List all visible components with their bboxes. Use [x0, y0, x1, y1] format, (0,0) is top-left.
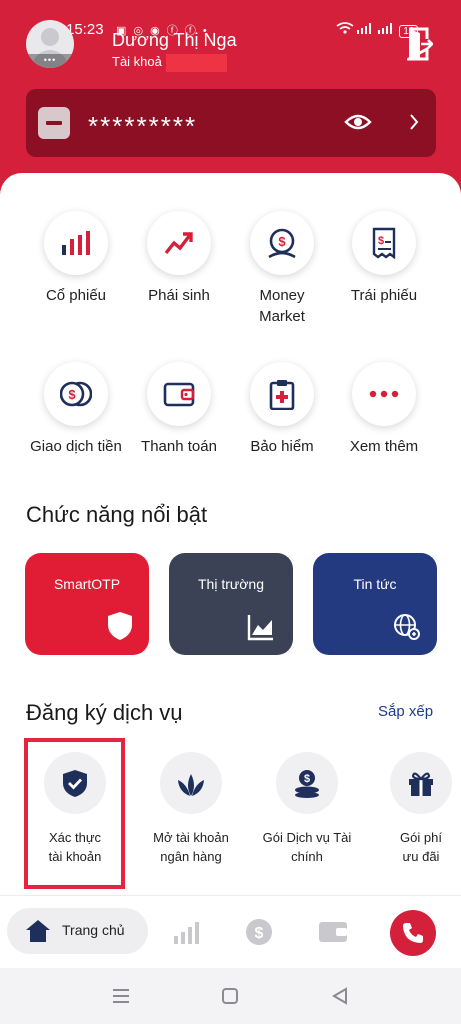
- quick-action-thanh-toan[interactable]: Thanh toán: [129, 362, 229, 457]
- quick-action-trai-phieu[interactable]: $ Trái phiếu: [334, 211, 434, 306]
- home-icon: [26, 920, 50, 942]
- sort-link[interactable]: Sắp xếp: [378, 703, 433, 720]
- quick-action-giao-dich-tien[interactable]: $ Giao dịch tiền: [26, 362, 126, 457]
- nav-home[interactable]: Trang chủ: [7, 908, 148, 954]
- svg-text:$: $: [378, 235, 384, 247]
- service-mo-tai-khoan-ngan-hang[interactable]: Mở tài khoản ngân hàng: [136, 752, 246, 866]
- featured-card-label: Thị trường: [197, 576, 264, 592]
- bar-chart-icon: [62, 231, 90, 255]
- signal-icon-2: [378, 23, 393, 34]
- svg-text:$: $: [68, 387, 76, 402]
- quick-action-co-phieu[interactable]: Cổ phiếu: [26, 211, 126, 306]
- globe-news-icon: [394, 614, 420, 640]
- nav-wallet-icon[interactable]: [318, 920, 348, 944]
- quick-action-label: Cổ phiếu: [45, 287, 107, 304]
- call-button[interactable]: [390, 910, 436, 956]
- featured-card-tin-tuc[interactable]: Tin tức: [313, 553, 437, 655]
- system-status-icons: 10: [336, 22, 419, 38]
- recent-apps-icon[interactable]: [112, 988, 130, 1004]
- shield-icon: [108, 612, 132, 640]
- more-dots-icon: [369, 390, 399, 398]
- back-icon[interactable]: [332, 987, 348, 1005]
- logout-icon[interactable]: [407, 27, 433, 61]
- system-nav-bar: [0, 968, 461, 1024]
- chevron-right-icon[interactable]: [408, 111, 420, 133]
- service-icon-wrap: $: [276, 752, 338, 814]
- quick-action-icon-wrap: [44, 211, 108, 275]
- quick-action-bao-hiem[interactable]: Bảo hiểm: [232, 362, 332, 457]
- featured-card-label: Tin tức: [353, 576, 397, 592]
- svg-text:$: $: [255, 925, 264, 942]
- quick-action-label: Thanh toán: [141, 438, 217, 455]
- quick-action-label: Trái phiếu: [350, 287, 418, 304]
- home-button-icon[interactable]: [221, 987, 239, 1005]
- quick-action-label: Giao dịch tiền: [30, 438, 122, 455]
- quick-action-icon-wrap: $: [352, 211, 416, 275]
- quick-action-phai-sinh[interactable]: Phái sinh: [129, 211, 229, 306]
- user-name: Dương Thị Nga: [112, 30, 237, 50]
- insurance-clipboard-icon: [269, 380, 295, 410]
- service-label: Mở tài khoản ngân hàng: [153, 830, 229, 864]
- featured-section-title: Chức năng nổi bật: [26, 502, 208, 527]
- service-goi-dich-vu-tai-chinh[interactable]: $ Gói Dịch vụ Tài chính: [252, 752, 362, 866]
- featured-card-label: SmartOTP: [53, 576, 121, 592]
- trend-arrow-icon: [164, 232, 193, 255]
- signal-icon: [357, 23, 372, 34]
- wifi-icon: [336, 22, 354, 34]
- quick-action-icon-wrap: [250, 362, 314, 426]
- svg-text:$: $: [278, 234, 286, 249]
- quick-action-xem-them[interactable]: Xem thêm: [334, 362, 434, 457]
- service-goi-phi-uu-dai[interactable]: Gói phí ưu đãi: [366, 752, 461, 866]
- featured-card-smartotp[interactable]: SmartOTP: [25, 553, 149, 655]
- balance-card[interactable]: *********: [26, 89, 436, 157]
- account-label: Tài khoả: [112, 54, 162, 69]
- quick-action-icon-wrap: [147, 362, 211, 426]
- quick-action-label: Money Market: [259, 287, 305, 325]
- quick-action-money-market[interactable]: $ Money Market: [232, 211, 332, 327]
- market-chart-icon: [247, 615, 273, 641]
- service-icon-wrap: [390, 752, 452, 814]
- quick-action-icon-wrap: [352, 362, 416, 426]
- bond-certificate-icon: $: [372, 227, 396, 259]
- coins-icon: $: [60, 381, 92, 407]
- featured-card-thi-truong[interactable]: Thị trường: [169, 553, 293, 655]
- avatar[interactable]: •••: [26, 20, 74, 68]
- nav-money-icon[interactable]: $: [245, 918, 273, 946]
- account-number-redacted: [166, 54, 227, 72]
- gift-icon: [409, 772, 433, 796]
- highlight-annotation-box: [24, 738, 125, 889]
- nav-market-icon[interactable]: [173, 920, 201, 944]
- quick-action-label: Phái sinh: [148, 287, 210, 304]
- service-label: Gói Dịch vụ Tài chính: [262, 830, 352, 864]
- avatar-head: [41, 28, 59, 46]
- quick-action-label: Bảo hiểm: [250, 438, 314, 455]
- quick-action-label: Xem thêm: [349, 438, 419, 455]
- balance-value: *********: [88, 111, 198, 141]
- coin-stack-icon: $: [295, 770, 319, 798]
- money-market-icon: $: [268, 228, 296, 259]
- quick-action-icon-wrap: $: [250, 211, 314, 275]
- nav-home-label: Trang chủ: [62, 922, 125, 938]
- minus-icon[interactable]: [38, 107, 70, 139]
- bottom-nav: Trang chủ $: [0, 895, 461, 968]
- service-label: Gói phí ưu đãi: [400, 830, 442, 864]
- quick-action-icon-wrap: [147, 211, 211, 275]
- wallet-icon: [163, 382, 195, 407]
- lotus-icon: [178, 774, 204, 796]
- service-icon-wrap: [160, 752, 222, 814]
- quick-action-icon-wrap: $: [44, 362, 108, 426]
- eye-icon[interactable]: [344, 111, 372, 133]
- avatar-more-icon: •••: [26, 54, 74, 68]
- phone-icon: [403, 923, 423, 943]
- svg-text:$: $: [304, 773, 310, 785]
- services-section-title: Đăng ký dịch vụ: [26, 700, 183, 725]
